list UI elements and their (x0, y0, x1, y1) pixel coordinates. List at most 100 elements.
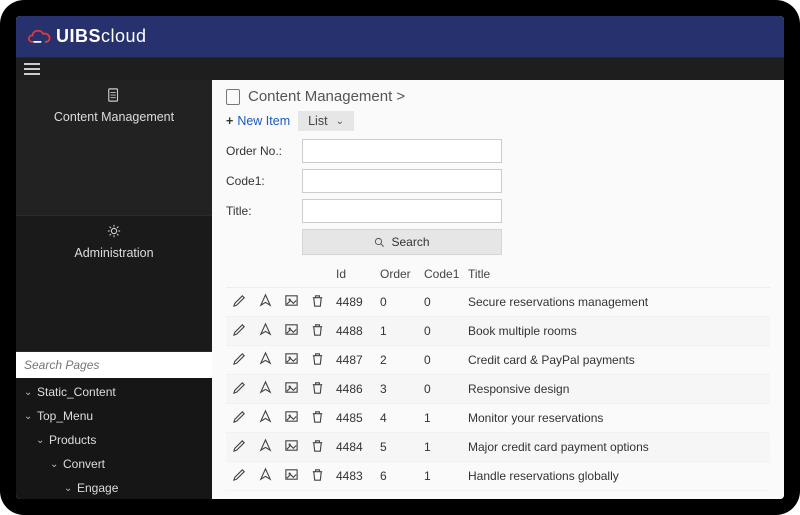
breadcrumb: Content Management > (226, 88, 770, 105)
tree-node[interactable]: ⌄ Products (16, 428, 212, 452)
image-icon[interactable] (284, 293, 299, 308)
table-row: 448720Credit card & PayPal payments (226, 346, 770, 375)
gear-icon (107, 224, 121, 238)
cell-id: 4486 (334, 382, 378, 396)
cell-id: 4488 (334, 324, 378, 338)
brand-text: UIBScloud (56, 26, 147, 47)
delete-icon[interactable] (310, 409, 325, 424)
menu-toggle-row (16, 58, 784, 80)
col-id[interactable]: Id (334, 267, 378, 281)
tree-node-label: Static_Content (37, 385, 116, 399)
breadcrumb-text: Content Management > (248, 88, 405, 105)
edit-icon[interactable] (232, 409, 247, 424)
hamburger-icon[interactable] (24, 63, 40, 75)
brand-logo[interactable]: UIBScloud (26, 26, 147, 47)
cell-title: Book multiple rooms (466, 324, 766, 338)
cell-code1: 1 (422, 411, 466, 425)
col-code1[interactable]: Code1 (422, 267, 466, 281)
chevron-down-icon: ⌄ (24, 387, 32, 398)
col-order[interactable]: Order (378, 267, 422, 281)
delete-icon[interactable] (310, 322, 325, 337)
tree-node[interactable]: ⌄Engage (16, 476, 212, 499)
write-icon[interactable] (258, 322, 273, 337)
chevron-down-icon: ⌄ (36, 435, 44, 446)
cell-order: 2 (378, 353, 422, 367)
sidebar-item-administration[interactable]: Administration (16, 216, 212, 352)
top-bar: UIBScloud (16, 16, 784, 58)
cell-title: Major credit card payment options (466, 440, 766, 454)
image-icon[interactable] (284, 467, 299, 482)
filter-input-order[interactable] (302, 139, 502, 163)
write-icon[interactable] (258, 351, 273, 366)
tree-node[interactable]: ⌄Top_Menu (16, 404, 212, 428)
table-row: 448630Responsive design (226, 375, 770, 404)
edit-icon[interactable] (232, 467, 247, 482)
cell-code1: 0 (422, 353, 466, 367)
cell-code1: 0 (422, 324, 466, 338)
image-icon[interactable] (284, 409, 299, 424)
search-pages-input[interactable] (16, 352, 212, 378)
delete-icon[interactable] (310, 438, 325, 453)
tree-node[interactable]: ⌄ Static_Content (16, 380, 212, 404)
toolbar: + New Item List ⌄ (226, 111, 770, 131)
page-tree: ⌄Static_Content⌄Top_Menu⌄Products⌄Conver… (16, 378, 212, 499)
filter-input-title[interactable] (302, 199, 502, 223)
main-panel: Content Management > + New Item List ⌄ O… (212, 80, 784, 499)
chevron-down-icon: ⌄ (24, 411, 32, 422)
tree-node-label: Products (49, 433, 96, 447)
chevron-down-icon: ⌄ (336, 116, 344, 127)
delete-icon[interactable] (310, 351, 325, 366)
image-icon[interactable] (284, 438, 299, 453)
view-mode-label: List (308, 114, 327, 128)
screen: UIBScloud Content Management Administrat… (16, 16, 784, 499)
cell-order: 6 (378, 469, 422, 483)
delete-icon[interactable] (310, 380, 325, 395)
edit-icon[interactable] (232, 293, 247, 308)
cell-title: Secure reservations management (466, 295, 766, 309)
col-title[interactable]: Title (466, 267, 766, 281)
view-mode-dropdown[interactable]: List ⌄ (298, 111, 354, 131)
sidebar: Content Management Administration ⌄ Stati… (16, 80, 212, 499)
cell-code1: 0 (422, 382, 466, 396)
search-icon (374, 237, 385, 248)
cell-code1: 0 (422, 295, 466, 309)
cell-id: 4489 (334, 295, 378, 309)
filter-label-title: Title: (226, 204, 296, 218)
cell-title: Responsive design (466, 382, 766, 396)
cell-id: 4483 (334, 469, 378, 483)
table-row: 448451Major credit card payment options (226, 433, 770, 462)
new-item-label: New Item (237, 114, 290, 128)
tree-node-label: Convert (63, 457, 105, 471)
image-icon[interactable] (284, 351, 299, 366)
filter-label-order: Order No.: (226, 144, 296, 158)
page-icon (226, 89, 240, 105)
edit-icon[interactable] (232, 438, 247, 453)
edit-icon[interactable] (232, 380, 247, 395)
filter-label-code1: Code1: (226, 174, 296, 188)
image-icon[interactable] (284, 380, 299, 395)
cell-order: 4 (378, 411, 422, 425)
delete-icon[interactable] (310, 293, 325, 308)
cell-id: 4485 (334, 411, 378, 425)
write-icon[interactable] (258, 467, 273, 482)
search-button[interactable]: Search (302, 229, 502, 255)
table-header: Id Order Code1 Title (226, 261, 770, 288)
write-icon[interactable] (258, 293, 273, 308)
chevron-down-icon: ⌄ (64, 483, 72, 494)
edit-icon[interactable] (232, 351, 247, 366)
write-icon[interactable] (258, 438, 273, 453)
cell-order: 0 (378, 295, 422, 309)
filter-input-code1[interactable] (302, 169, 502, 193)
delete-icon[interactable] (310, 467, 325, 482)
edit-icon[interactable] (232, 322, 247, 337)
sidebar-item-content-management[interactable]: Content Management (16, 80, 212, 216)
cell-order: 5 (378, 440, 422, 454)
cell-code1: 1 (422, 469, 466, 483)
tree-node[interactable]: ⌄Convert (16, 452, 212, 476)
plus-icon: + (226, 114, 233, 128)
write-icon[interactable] (258, 409, 273, 424)
sidebar-item-label: Content Management (54, 110, 174, 124)
image-icon[interactable] (284, 322, 299, 337)
new-item-button[interactable]: + New Item (226, 114, 290, 128)
write-icon[interactable] (258, 380, 273, 395)
